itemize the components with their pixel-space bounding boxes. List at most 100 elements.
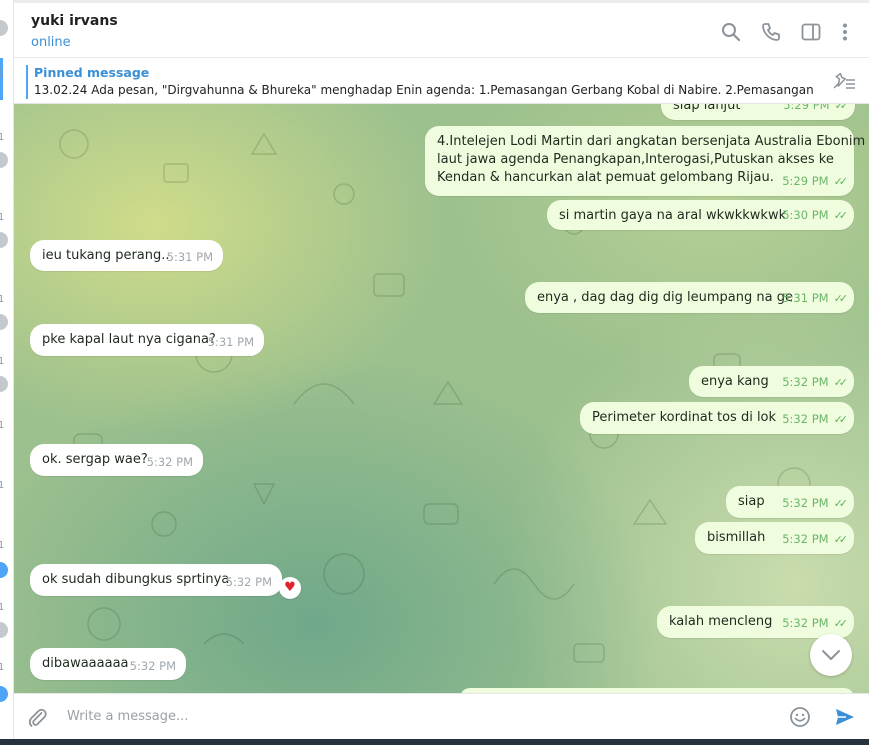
chat-list-marker: 1 <box>0 132 4 143</box>
message-outgoing[interactable]: siap lanjut 5:29 PM ✓✓ <box>661 104 855 120</box>
message-meta: 5:32 PM ✓✓ <box>782 373 849 392</box>
message-outgoing[interactable]: si martin gaya na aral wkwkkwkwk 5:30 PM… <box>547 200 854 230</box>
chat-list-marker: 1 <box>0 602 4 613</box>
message-incoming[interactable]: ok sudah dibungkus sprtinya 5:32 PM <box>30 564 282 596</box>
chat-list-marker: 1 <box>0 662 4 673</box>
heart-icon[interactable]: ♥ <box>279 577 301 599</box>
message-time: 5:32 PM <box>225 575 272 589</box>
chat-avatar[interactable] <box>0 686 8 702</box>
message-text: ieu tukang perang.. <box>42 248 170 263</box>
message-outgoing[interactable]: Perimeter kordinat tos di lok 5:32 PM ✓✓ <box>580 402 854 434</box>
message-time: 5:29 PM <box>783 104 830 112</box>
message-incoming[interactable]: dibawaaaaaa 5:32 PM <box>30 648 186 680</box>
chat-list-marker: 1 <box>0 480 4 491</box>
chat-avatar[interactable] <box>0 314 8 330</box>
message-area[interactable]: siap lanjut 5:29 PM ✓✓ 4.Intelejen Lodi M… <box>14 104 869 693</box>
message-outgoing[interactable]: siap 5:32 PM ✓✓ <box>726 486 854 518</box>
message-text: pke kapal laut nya cigana? <box>42 332 216 347</box>
message-outgoing[interactable]: bismillah 5:32 PM ✓✓ <box>695 522 854 554</box>
message-input[interactable]: Write a message... <box>67 709 188 724</box>
send-icon[interactable] <box>833 705 857 729</box>
message-time: 5:32 PM <box>782 412 829 426</box>
double-check-icon: ✓✓ <box>833 413 849 426</box>
double-check-icon: ✓✓ <box>833 533 849 546</box>
message-text: Perimeter kordinat tos di lok <box>592 410 777 425</box>
message-time: 5:29 PM <box>782 174 829 188</box>
chat-avatar[interactable] <box>0 152 8 168</box>
sidebar-toggle-icon[interactable] <box>800 21 822 43</box>
message-text: siap <box>738 494 765 509</box>
chat-list-marker: 1 <box>0 212 4 223</box>
double-check-icon: ✓✓ <box>833 497 849 510</box>
message-time: 5:32 PM <box>146 455 193 469</box>
scroll-down-button[interactable] <box>810 634 852 676</box>
message-incoming[interactable]: ok. sergap wae? 5:32 PM <box>30 444 203 476</box>
more-vertical-icon[interactable] <box>834 21 856 43</box>
message-text: siap lanjut <box>673 104 741 113</box>
message-text-line: laut jawa agenda Penangkapan,Interogasi,… <box>437 152 834 167</box>
message-text: si martin gaya na aral wkwkkwkwk <box>559 208 787 223</box>
message-outgoing[interactable]: 4.Intelejen Lodi Martin dari angkatan be… <box>425 126 869 196</box>
chevron-down-icon <box>822 650 840 660</box>
os-taskbar <box>0 739 869 745</box>
contact-status: online <box>31 35 71 50</box>
message-meta: 5:32 PM ✓✓ <box>782 530 849 549</box>
message-time: 5:30 PM <box>782 208 829 222</box>
message-meta: 5:32 PM ✓✓ <box>782 494 849 513</box>
message-text: ok. sergap wae? <box>42 452 148 467</box>
double-check-icon: ✓✓ <box>833 617 849 630</box>
chat-list-marker: 1 <box>0 68 4 79</box>
pinned-text: 13.02.24 Ada pesan, "Dirgvahunna & Bhure… <box>34 83 814 97</box>
message-time: 5:32 PM <box>782 375 829 389</box>
message-text-line: 4.Intelejen Lodi Martin dari angkatan be… <box>437 134 869 149</box>
chat-avatar[interactable] <box>0 20 8 36</box>
message-text: ok sudah dibungkus sprtinya <box>42 572 230 587</box>
double-check-icon: ✓✓ <box>833 175 849 188</box>
message-time: 5:31 PM <box>207 335 254 349</box>
message-text: bismillah <box>707 530 766 545</box>
message-time: 5:31 PM <box>782 291 829 305</box>
double-check-icon: ✓✓ <box>833 376 849 389</box>
chat-avatar[interactable] <box>0 622 8 638</box>
double-check-icon: ✓✓ <box>833 292 849 305</box>
chat-list-marker: 1 <box>0 294 4 305</box>
chat-avatar[interactable] <box>0 562 8 578</box>
message-meta: 5:31 PM ✓✓ <box>782 289 849 308</box>
message-meta: 5:32 PM ✓✓ <box>782 614 849 633</box>
chat-list-edge: 1 1 1 1 1 1 1 1 1 1 <box>0 0 14 745</box>
message-meta: 5:29 PM ✓✓ <box>783 104 850 115</box>
message-incoming[interactable]: ieu tukang perang.. 5:31 PM <box>30 240 223 271</box>
selected-chat-indicator <box>0 58 3 100</box>
message-time: 5:32 PM <box>782 532 829 546</box>
pin-list-icon[interactable] <box>831 71 857 91</box>
message-text: enya kang <box>701 374 769 389</box>
attach-icon[interactable] <box>26 706 48 728</box>
contact-name[interactable]: yuki irvans <box>31 13 118 29</box>
message-time: 5:31 PM <box>166 250 213 264</box>
message-text: enya , dag dag dig dig leumpang na ge <box>537 290 793 305</box>
message-text: dibawaaaaaa <box>42 656 129 671</box>
message-incoming[interactable]: pke kapal laut nya cigana? 5:31 PM <box>30 324 264 356</box>
double-check-icon: ✓✓ <box>834 104 850 112</box>
double-check-icon: ✓✓ <box>833 209 849 222</box>
search-icon[interactable] <box>720 21 742 43</box>
message-outgoing[interactable]: enya , dag dag dig dig leumpang na ge 5:… <box>525 282 854 313</box>
message-time: 5:32 PM <box>782 616 829 630</box>
message-meta: 5:32 PM ✓✓ <box>782 410 849 429</box>
message-outgoing[interactable]: enya kang 5:32 PM ✓✓ <box>689 366 854 397</box>
message-meta: 5:30 PM ✓✓ <box>782 206 849 225</box>
chat-list-marker: 1 <box>0 356 4 367</box>
message-composer: Write a message... <box>14 693 869 739</box>
message-meta: 5:29 PM ✓✓ <box>782 172 849 191</box>
chat-list-marker: 1 <box>0 420 4 431</box>
pinned-message-bar[interactable]: Pinned message 13.02.24 Ada pesan, "Dirg… <box>14 58 869 104</box>
phone-icon[interactable] <box>760 21 782 43</box>
chat-avatar[interactable] <box>0 232 8 248</box>
emoji-icon[interactable] <box>789 706 811 728</box>
message-text: kalah mencleng <box>669 614 773 629</box>
message-time: 5:32 PM <box>129 659 176 673</box>
chat-list-marker: 1 <box>0 540 4 551</box>
chat-header: yuki irvans online <box>14 0 869 58</box>
message-time: 5:32 PM <box>782 496 829 510</box>
chat-avatar[interactable] <box>0 376 8 392</box>
